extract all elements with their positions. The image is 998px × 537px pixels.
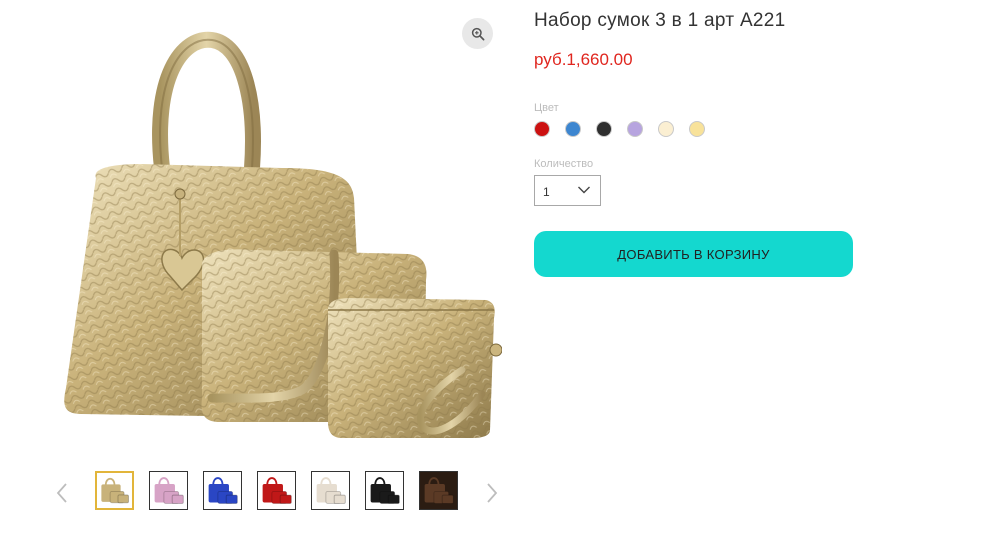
zoom-button[interactable]: [462, 18, 493, 49]
magnifier-icon: [471, 27, 484, 40]
thumbnail-pink[interactable]: [149, 471, 188, 510]
thumbnail-bag-image: [312, 472, 349, 509]
quantity-value: 1: [543, 185, 550, 199]
color-swatch-red[interactable]: [534, 121, 550, 137]
thumbnail-bag-image: [366, 472, 403, 509]
thumbnail-white[interactable]: [311, 471, 350, 510]
quantity-label: Количество: [534, 158, 594, 170]
thumbnail-bag-image: [258, 472, 295, 509]
thumbnail-blue[interactable]: [203, 471, 242, 510]
chevron-left-icon: [56, 483, 67, 503]
main-product-image[interactable]: [52, 18, 502, 450]
thumbnail-bag-image: [204, 472, 241, 509]
next-thumbnail-button[interactable]: [482, 480, 502, 506]
thumbnail-bag-image: [420, 472, 457, 509]
color-swatch-yellow[interactable]: [689, 121, 705, 137]
product-title: Набор сумок 3 в 1 арт A221: [534, 10, 786, 31]
chevron-down-icon: [578, 186, 590, 194]
thumbnail-brown[interactable]: [419, 471, 458, 510]
product-price: руб.1,660.00: [534, 50, 633, 69]
chevron-right-icon: [487, 483, 498, 503]
thumbnail-gallery: [52, 466, 502, 520]
add-to-cart-label: ДОБАВИТЬ В КОРЗИНУ: [617, 246, 770, 262]
color-swatch-black[interactable]: [596, 121, 612, 137]
add-to-cart-button[interactable]: ДОБАВИТЬ В КОРЗИНУ: [534, 231, 853, 277]
color-swatch-cream[interactable]: [658, 121, 674, 137]
color-swatch-lavender[interactable]: [627, 121, 643, 137]
handbag-set-illustration: [64, 31, 502, 438]
previous-thumbnail-button[interactable]: [52, 480, 72, 506]
color-swatch-blue[interactable]: [565, 121, 581, 137]
color-label: Цвет: [534, 102, 559, 114]
quantity-select[interactable]: 1: [534, 175, 601, 206]
thumbnail-red[interactable]: [257, 471, 296, 510]
thumbnail-gold[interactable]: [95, 471, 134, 510]
thumbnail-bag-image: [150, 472, 187, 509]
thumbnail-black[interactable]: [365, 471, 404, 510]
thumbnail-bag-image: [97, 473, 132, 508]
